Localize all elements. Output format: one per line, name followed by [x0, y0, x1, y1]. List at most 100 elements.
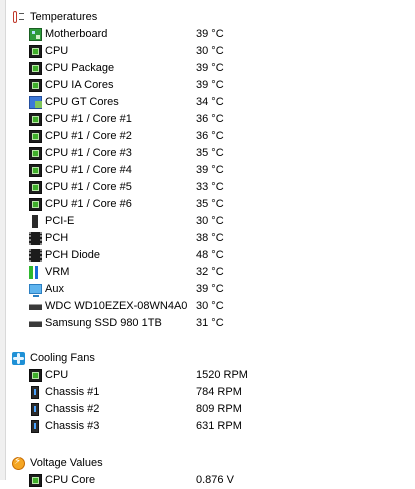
sensor-row[interactable]: CPU #1 / Core #3 35 °C [0, 145, 415, 162]
sensor-label: PCH [45, 232, 69, 244]
chassis-icon [31, 403, 39, 416]
cooling-fans-label: Cooling Fans [30, 352, 95, 364]
monitor-icon [29, 284, 42, 297]
chassis-icon [31, 386, 39, 399]
sensor-label: CPU [45, 45, 69, 57]
sensor-value: 36 °C [196, 113, 224, 125]
sensor-row[interactable]: CPU #1 / Core #4 39 °C [0, 162, 415, 179]
sensor-label: Motherboard [45, 28, 108, 40]
motherboard-icon [29, 28, 42, 41]
chip-icon [29, 45, 42, 58]
sensor-value: 38 °C [196, 232, 224, 244]
chassis-icon [31, 420, 39, 433]
pci-slot-icon [32, 215, 38, 228]
chip-icon [29, 181, 42, 194]
chip-icon [29, 164, 42, 177]
sensor-value: 39 °C [196, 164, 224, 176]
sensor-value: 39 °C [196, 79, 224, 91]
sensor-value: 0.876 V [196, 474, 234, 486]
sensor-label: PCI-E [45, 215, 75, 227]
chip-icon [29, 369, 42, 382]
sensor-row[interactable]: Chassis #1 784 RPM [0, 384, 415, 401]
chip-icon [29, 62, 42, 75]
sensor-label: CPU #1 / Core #4 [45, 164, 132, 176]
pch-chip-icon [29, 249, 42, 262]
temperatures-header[interactable]: Temperatures [0, 9, 415, 26]
sensor-label: Chassis #2 [45, 403, 100, 415]
fan-icon [12, 352, 25, 365]
sensor-label: CPU #1 / Core #3 [45, 147, 132, 159]
hard-disk-icon [29, 304, 42, 310]
sensor-value: 39 °C [196, 62, 224, 74]
sensor-row[interactable]: WDC WD10EZEX-08WN4A0 30 °C [0, 298, 415, 315]
sensor-label: CPU GT Cores [45, 96, 119, 108]
sensor-value: 30 °C [196, 215, 224, 227]
sensor-label: Chassis #1 [45, 386, 100, 398]
voltage-values-header[interactable]: Voltage Values [0, 455, 415, 472]
voltage-values-label: Voltage Values [30, 457, 103, 469]
sensor-value: 631 RPM [196, 420, 242, 432]
ssd-icon [29, 321, 42, 327]
sensor-label: CPU Core [45, 474, 96, 486]
sensor-label: Aux [45, 283, 64, 295]
sensor-label: VRM [45, 266, 70, 278]
sensor-label: PCH Diode [45, 249, 101, 261]
sensor-value: 30 °C [196, 300, 224, 312]
sensor-label: CPU IA Cores [45, 79, 114, 91]
sensor-label: WDC WD10EZEX-08WN4A0 [45, 300, 188, 312]
sensor-value: 30 °C [196, 45, 224, 57]
chip-icon [29, 198, 42, 211]
sensor-row[interactable]: CPU GT Cores 34 °C [0, 94, 415, 111]
sensor-row[interactable]: PCH 38 °C [0, 230, 415, 247]
sensor-label: CPU #1 / Core #1 [45, 113, 132, 125]
sensor-value: 48 °C [196, 249, 224, 261]
temperatures-label: Temperatures [30, 11, 98, 23]
voltage-icon [12, 456, 25, 470]
sensor-row[interactable]: Motherboard 39 °C [0, 26, 415, 43]
chip-icon [29, 113, 42, 126]
sensor-row[interactable]: Chassis #3 631 RPM [0, 418, 415, 435]
sensor-row[interactable]: CPU Package 39 °C [0, 60, 415, 77]
sensor-row[interactable]: CPU Core 0.876 V [0, 472, 415, 489]
sensor-row[interactable]: VRM 32 °C [0, 264, 415, 281]
sensor-value: 1520 RPM [196, 369, 248, 381]
sensor-value: 35 °C [196, 147, 224, 159]
sensor-label: CPU #1 / Core #6 [45, 198, 132, 210]
sensor-row[interactable]: PCI-E 30 °C [0, 213, 415, 230]
chip-icon [29, 79, 42, 92]
sensor-row[interactable]: Samsung SSD 980 1TB 31 °C [0, 315, 415, 332]
sensor-row[interactable]: CPU #1 / Core #2 36 °C [0, 128, 415, 145]
sensor-label: Samsung SSD 980 1TB [45, 317, 162, 329]
sensor-row[interactable]: CPU IA Cores 39 °C [0, 77, 415, 94]
chip-icon [29, 147, 42, 160]
sensor-value: 34 °C [196, 96, 224, 108]
sensor-row[interactable]: CPU 30 °C [0, 43, 415, 60]
sensor-value: 809 RPM [196, 403, 242, 415]
vrm-icon [29, 266, 40, 279]
sensor-value: 39 °C [196, 283, 224, 295]
sensor-label: CPU #1 / Core #2 [45, 130, 132, 142]
sensor-value: 31 °C [196, 317, 224, 329]
sensor-value: 36 °C [196, 130, 224, 142]
sensor-value: 33 °C [196, 181, 224, 193]
gpu-icon [29, 96, 42, 109]
sensor-row[interactable]: Chassis #2 809 RPM [0, 401, 415, 418]
pch-chip-icon [29, 232, 42, 245]
sensor-label: CPU #1 / Core #5 [45, 181, 132, 193]
chip-icon [29, 474, 42, 487]
cooling-fans-header[interactable]: Cooling Fans [0, 350, 415, 367]
sensor-value: 35 °C [196, 198, 224, 210]
sensor-value: 39 °C [196, 28, 224, 40]
sensor-row[interactable]: CPU #1 / Core #1 36 °C [0, 111, 415, 128]
sensor-value: 784 RPM [196, 386, 242, 398]
sensor-row[interactable]: CPU #1 / Core #6 35 °C [0, 196, 415, 213]
sensor-label: CPU Package [45, 62, 115, 74]
sensor-row[interactable]: Aux 39 °C [0, 281, 415, 298]
sensor-row[interactable]: CPU #1 / Core #5 33 °C [0, 179, 415, 196]
thermometer-icon [12, 11, 24, 24]
sensor-value: 32 °C [196, 266, 224, 278]
chip-icon [29, 130, 42, 143]
sensor-row[interactable]: CPU 1520 RPM [0, 367, 415, 384]
sensor-label: Chassis #3 [45, 420, 100, 432]
sensor-row[interactable]: PCH Diode 48 °C [0, 247, 415, 264]
